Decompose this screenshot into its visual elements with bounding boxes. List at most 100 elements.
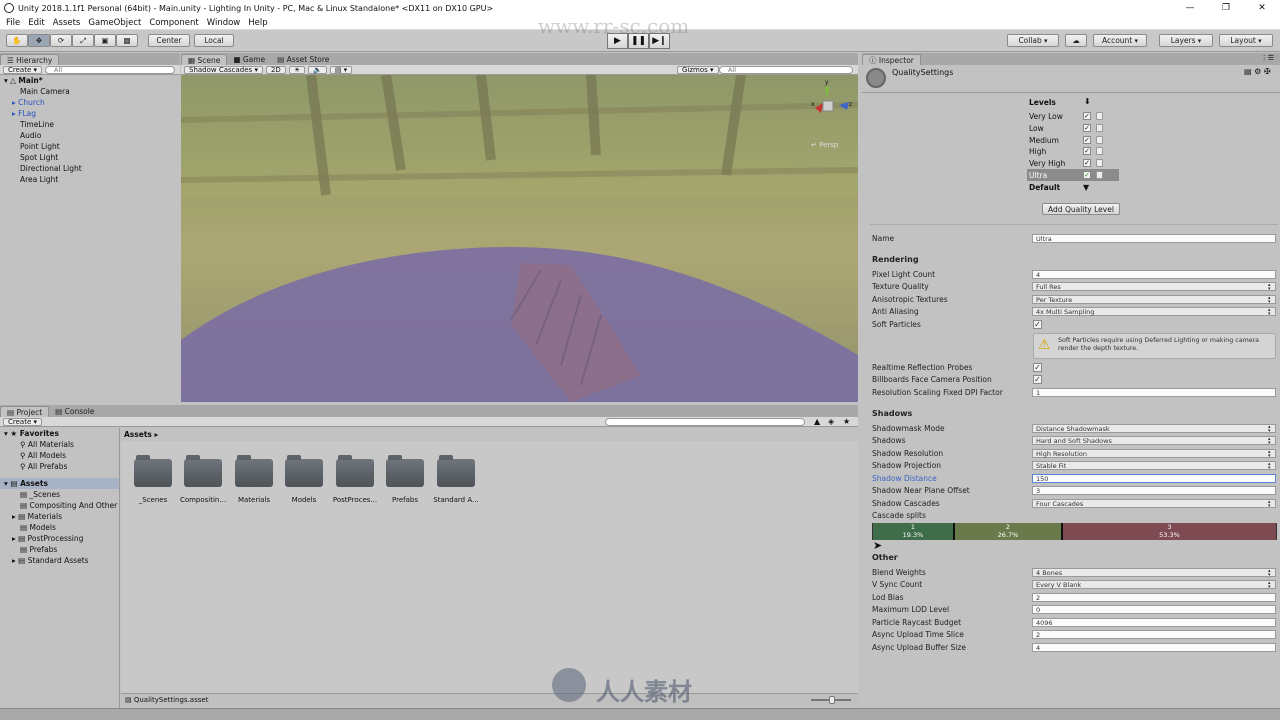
level-checkbox[interactable]: ✓ [1083, 159, 1091, 167]
folder-icon[interactable] [235, 455, 273, 487]
hierarchy-item[interactable]: TimeLine [4, 119, 180, 130]
level-checkbox[interactable]: ✓ [1083, 112, 1091, 120]
texture-quality-dropdown[interactable]: Full Res [1032, 282, 1276, 291]
quality-level[interactable]: Medium [1029, 135, 1059, 146]
favorite-star-icon[interactable]: ★ [843, 417, 850, 426]
shadowmask-dropdown[interactable]: Distance Shadowmask [1032, 424, 1276, 433]
asset-folder-item[interactable]: ▤ Models [0, 522, 119, 533]
cascade-split-3[interactable]: 3 53.3% [1063, 523, 1276, 540]
scene-viewport[interactable]: y z x ↵ Persp [181, 75, 858, 402]
assets-breadcrumb[interactable]: Assets ▸ [124, 430, 158, 439]
delete-level-icon[interactable] [1096, 147, 1103, 155]
rect-tool-icon[interactable]: ▣ [94, 34, 116, 47]
reflection-probes-checkbox[interactable]: ✓ [1033, 363, 1042, 372]
delete-level-icon[interactable] [1096, 124, 1103, 132]
raycast-budget-field[interactable]: 4096 [1032, 618, 1276, 627]
hand-tool-icon[interactable]: ✋ [6, 34, 28, 47]
max-lod-field[interactable]: 0 [1032, 605, 1276, 614]
layers-dropdown[interactable]: Layers [1159, 34, 1213, 47]
menu-edit[interactable]: Edit [24, 18, 48, 28]
assets-header[interactable]: ▾ ▤ Assets [0, 478, 119, 489]
folder-icon[interactable] [285, 455, 323, 487]
tab-scene[interactable]: ▦ Scene [181, 54, 228, 65]
quality-level[interactable]: Very Low [1029, 111, 1063, 122]
hierarchy-item[interactable]: Audio [4, 130, 180, 141]
filter-label-icon[interactable]: ◈ [828, 417, 834, 426]
hierarchy-item[interactable]: Point Light [4, 141, 180, 152]
cascade-split-handle[interactable] [1061, 523, 1063, 540]
level-checkbox[interactable]: ✓ [1083, 171, 1091, 179]
cascade-split-handle[interactable] [953, 523, 955, 540]
hierarchy-item[interactable]: Spot Light [4, 152, 180, 163]
pixel-light-count-field[interactable]: 4 [1032, 270, 1276, 279]
menu-gameobject[interactable]: GameObject [84, 18, 145, 28]
project-create-button[interactable]: Create ▾ [3, 417, 43, 426]
asset-folder-item[interactable]: ▸ ▤ PostProcessing [0, 533, 119, 544]
menu-component[interactable]: Component [145, 18, 202, 28]
favorites-header[interactable]: ▾ ★ Favorites [0, 428, 119, 439]
asset-folder-name[interactable]: _Scenes [128, 496, 178, 504]
blend-weights-dropdown[interactable]: 4 Bones [1032, 568, 1276, 577]
menu-file[interactable]: File [2, 18, 24, 28]
level-checkbox[interactable]: ✓ [1083, 124, 1091, 132]
favorite-item[interactable]: ⚲ All Prefabs [0, 461, 119, 472]
panel-menu-icon[interactable]: ⋮☰ [1261, 54, 1274, 62]
audio-toggle-icon[interactable]: 🔈 [308, 65, 327, 74]
delete-level-icon[interactable] [1096, 159, 1103, 167]
tab-game[interactable]: ■ Game [227, 54, 271, 65]
menu-assets[interactable]: Assets [49, 18, 85, 28]
asset-folder-item[interactable]: ▤ _Scenes [0, 489, 119, 500]
hierarchy-create-button[interactable]: Create ▾ [3, 65, 43, 74]
delete-level-icon[interactable] [1096, 112, 1103, 120]
tab-project[interactable]: ▤ Project [0, 406, 50, 417]
inspector-header-icons[interactable]: ▤ ⚙ ✠ [1244, 67, 1271, 76]
asset-folder-name[interactable]: Materials [229, 496, 279, 504]
asset-folder-name[interactable]: Compositin... [178, 496, 228, 504]
hierarchy-item[interactable]: ▸ FLag [4, 108, 180, 119]
move-tool-icon[interactable]: ✥ [28, 34, 50, 47]
asset-folder-item[interactable]: ▸ ▤ Standard Assets [0, 555, 119, 566]
project-search-input[interactable] [605, 417, 805, 426]
folder-icon[interactable] [437, 455, 475, 487]
persp-label[interactable]: ↵ Persp [811, 141, 838, 149]
maximize-button[interactable]: ❐ [1208, 0, 1244, 16]
minimize-button[interactable]: — [1172, 0, 1208, 16]
orientation-gizmo[interactable]: y z x [809, 79, 853, 127]
effects-toggle-icon[interactable]: ▤ ▾ [329, 65, 353, 74]
hierarchy-item[interactable]: Area Light [4, 174, 180, 185]
async-time-slice-field[interactable]: 2 [1032, 630, 1276, 639]
quality-level[interactable]: Very High [1029, 158, 1065, 169]
mode-2d-toggle[interactable]: 2D [265, 65, 286, 74]
scene-root[interactable]: ▾ △ Main* [4, 75, 180, 86]
menu-window[interactable]: Window [203, 18, 245, 28]
tab-hierarchy[interactable]: ☰ Hierarchy [0, 54, 60, 65]
billboards-checkbox[interactable]: ✓ [1033, 375, 1042, 384]
rotate-tool-icon[interactable]: ⟳ [50, 34, 72, 47]
level-checkbox[interactable]: ✓ [1083, 136, 1091, 144]
shadow-resolution-dropdown[interactable]: High Resolution [1032, 449, 1276, 458]
close-button[interactable]: ✕ [1244, 0, 1280, 16]
asset-folder-name[interactable]: Standard A... [431, 496, 481, 504]
asset-folder-item[interactable]: ▤ Compositing And Other [0, 500, 119, 511]
layout-dropdown[interactable]: Layout [1219, 34, 1273, 47]
cascade-split-2[interactable]: 2 26.7% [954, 523, 1062, 540]
draw-mode-dropdown[interactable]: Shadow Cascades ▾ [184, 65, 263, 74]
asset-folder-name[interactable]: Prefabs [380, 496, 430, 504]
scene-search-input[interactable]: All [719, 65, 853, 74]
filter-type-icon[interactable]: ▲ [814, 417, 820, 426]
vsync-dropdown[interactable]: Every V Blank [1032, 580, 1276, 589]
folder-icon[interactable] [134, 455, 172, 487]
pivot-center-button[interactable]: Center [148, 34, 190, 47]
delete-level-icon[interactable] [1096, 171, 1103, 179]
shadow-projection-dropdown[interactable]: Stable Fit [1032, 461, 1276, 470]
cloud-icon[interactable]: ☁ [1065, 34, 1087, 47]
tab-asset-store[interactable]: ▤ Asset Store [271, 54, 335, 65]
async-buffer-size-field[interactable]: 4 [1032, 643, 1276, 652]
collab-dropdown[interactable]: Collab [1007, 34, 1059, 47]
tab-console[interactable]: ▤ Console [49, 406, 100, 417]
shadow-distance-field[interactable]: 150 [1032, 474, 1276, 483]
quality-level-selected[interactable]: Ultra [1029, 170, 1047, 181]
quality-level[interactable]: High [1029, 146, 1046, 157]
pivot-space-button[interactable]: Local [194, 34, 234, 47]
folder-icon[interactable] [184, 455, 222, 487]
